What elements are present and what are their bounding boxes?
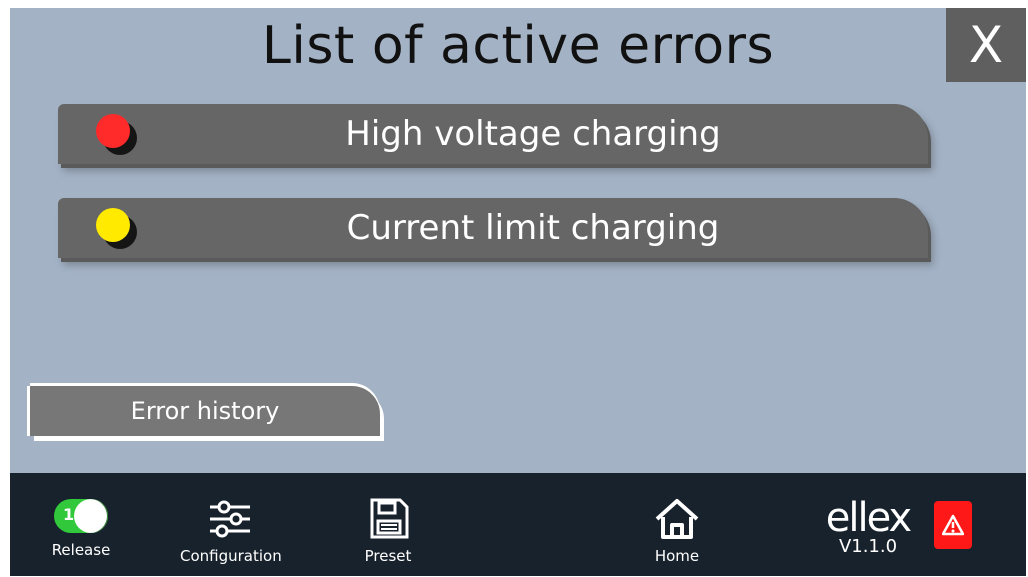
home-icon <box>655 499 699 539</box>
error-label: Current limit charging <box>346 208 720 248</box>
page-title: List of active errors <box>261 16 775 76</box>
brand-name: ellex <box>825 495 912 541</box>
red-status-indicator-icon <box>96 114 130 148</box>
release-toggle[interactable]: 1 <box>54 499 108 533</box>
preset-label: Preset <box>364 547 412 565</box>
home-label: Home <box>654 547 700 565</box>
home-button[interactable]: Home <box>642 497 712 565</box>
preset-button[interactable]: Preset <box>356 497 420 565</box>
yellow-status-indicator-icon <box>96 208 130 242</box>
bottom-navigation-bar: 1 Release Configuration Preset Home elle… <box>10 473 1026 576</box>
toggle-knob <box>74 499 108 533</box>
error-history-button[interactable]: Error history <box>30 386 380 436</box>
save-icon <box>370 498 409 539</box>
configuration-label: Configuration <box>180 547 282 565</box>
active-error-row-high-voltage: High voltage charging <box>58 104 928 164</box>
active-error-row-current-limit: Current limit charging <box>58 198 928 258</box>
release-label: Release <box>51 541 111 559</box>
sliders-icon <box>210 500 250 538</box>
warning-button[interactable] <box>934 501 972 549</box>
release-toggle-item[interactable]: 1 Release <box>42 499 120 559</box>
brand-logo: ellex V1.1.0 <box>808 495 928 557</box>
configuration-button[interactable]: Configuration <box>180 497 282 565</box>
close-button[interactable]: X <box>946 8 1026 82</box>
warning-icon <box>942 514 964 536</box>
error-screen: List of active errors X High voltage cha… <box>10 8 1026 576</box>
toggle-state-label: 1 <box>63 505 75 524</box>
error-label: High voltage charging <box>345 114 721 154</box>
